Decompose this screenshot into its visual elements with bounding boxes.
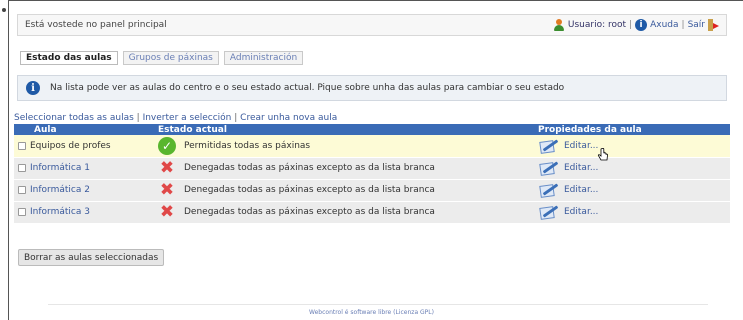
tab-page-groups[interactable]: Grupos de páxinas xyxy=(122,51,219,65)
table-row: Informática 1 ✖ Denegadas todas as páxin… xyxy=(14,157,730,180)
edit-icon[interactable] xyxy=(538,138,559,154)
create-room-link[interactable]: Crear unha nova aula xyxy=(240,113,337,123)
edit-icon[interactable] xyxy=(538,160,559,176)
status-cell: ✖ Denegadas todas as páxinas excepto as … xyxy=(154,201,534,224)
info-message: Na lista pode ver as aulas do centro e o… xyxy=(50,83,565,93)
edit-cell: Editar... xyxy=(534,201,730,224)
edit-link[interactable]: Editar... xyxy=(564,141,598,151)
edit-link[interactable]: Editar... xyxy=(564,163,598,173)
table-row: Informática 2 ✖ Denegadas todas as páxin… xyxy=(14,179,730,202)
footer-text[interactable]: Webcontrol é software libre (Licenza GPL… xyxy=(0,309,743,316)
status-text: Denegadas todas as páxinas excepto as da… xyxy=(184,207,435,217)
room-checkbox[interactable] xyxy=(18,164,26,172)
table-header-row: Aula Estado actual Propiedades da aula xyxy=(14,124,730,135)
room-name[interactable]: Informática 1 xyxy=(30,163,90,173)
tab-administration[interactable]: Administración xyxy=(223,51,304,65)
room-checkbox[interactable] xyxy=(18,208,26,216)
hand-cursor-icon xyxy=(597,148,608,161)
column-header-room: Aula xyxy=(14,124,154,135)
room-checkbox[interactable] xyxy=(18,186,26,194)
room-cell: Informática 3 xyxy=(14,201,154,224)
status-text: Permitidas todas as páxinas xyxy=(184,140,311,151)
table-row: Equipos de profes ✓ Permitidas todas as … xyxy=(14,135,730,158)
room-cell: Informática 2 xyxy=(14,179,154,202)
room-name[interactable]: Informática 3 xyxy=(30,207,90,217)
edit-cell: Editar... xyxy=(534,157,730,180)
room-checkbox-label[interactable]: Equipos de profes xyxy=(18,141,150,151)
room-name[interactable]: Informática 2 xyxy=(30,185,90,195)
user-menu: Usuario: root | i Axuda | Saír xyxy=(553,19,719,31)
status-cell: ✓ Permitidas todas as páxinas xyxy=(154,135,534,158)
info-icon: i xyxy=(26,81,40,95)
separator: | xyxy=(234,113,238,123)
separator: | xyxy=(681,20,685,30)
status-text: Denegadas todas as páxinas excepto as da… xyxy=(184,185,435,195)
deny-icon: ✖ xyxy=(159,179,175,200)
selection-actions: Seleccionar todas as aulas | Inverter a … xyxy=(14,113,337,123)
status-cell: ✖ Denegadas todas as páxinas excepto as … xyxy=(154,157,534,180)
room-cell: Informática 1 xyxy=(14,157,154,180)
list-bullet xyxy=(2,8,6,12)
check-icon: ✓ xyxy=(158,136,176,155)
room-checkbox-label[interactable]: Informática 2 xyxy=(18,185,150,195)
deny-icon: ✖ xyxy=(159,201,175,222)
user-label: Usuario: root xyxy=(567,20,627,30)
select-all-link[interactable]: Seleccionar todas as aulas xyxy=(14,113,134,123)
exit-link[interactable]: Saír xyxy=(688,20,705,30)
footer-divider xyxy=(48,304,708,305)
user-icon xyxy=(553,19,565,31)
status-cell: ✖ Denegadas todas as páxinas excepto as … xyxy=(154,179,534,202)
status-text: Denegadas todas as páxinas excepto as da… xyxy=(184,163,435,173)
tab-bar: Estado das aulas Grupos de páxinas Admin… xyxy=(20,51,304,65)
tab-room-status[interactable]: Estado das aulas xyxy=(20,51,118,65)
column-header-status: Estado actual xyxy=(154,124,534,135)
help-icon[interactable]: i xyxy=(635,19,648,31)
edit-cell: Editar... xyxy=(534,135,730,158)
welcome-text: Está vostede no panel principal xyxy=(25,20,167,30)
help-link[interactable]: Axuda xyxy=(650,20,678,30)
edit-cell: Editar... xyxy=(534,179,730,202)
edit-icon[interactable] xyxy=(538,182,559,198)
info-box: i Na lista pode ver as aulas do centro e… xyxy=(17,75,727,101)
room-checkbox-label[interactable]: Informática 3 xyxy=(18,207,150,217)
table-row: Informática 3 ✖ Denegadas todas as páxin… xyxy=(14,201,730,224)
room-checkbox[interactable] xyxy=(18,141,26,150)
invert-selection-link[interactable]: Inverter a selección xyxy=(143,113,232,123)
edit-link[interactable]: Editar... xyxy=(564,185,598,195)
room-checkbox-label[interactable]: Informática 1 xyxy=(18,163,150,173)
column-header-properties: Propiedades da aula xyxy=(534,124,730,135)
room-name: Equipos de profes xyxy=(30,140,111,151)
exit-icon[interactable] xyxy=(708,19,719,31)
room-cell: Equipos de profes xyxy=(14,135,154,158)
delete-selected-rooms-button[interactable]: Borrar as aulas seleccionadas xyxy=(18,249,165,266)
edit-icon[interactable] xyxy=(538,204,559,220)
separator: | xyxy=(136,113,140,123)
top-bar: Está vostede no panel principal Usuario:… xyxy=(17,14,727,36)
separator: | xyxy=(629,20,633,30)
rooms-table: Aula Estado actual Propiedades da aula E… xyxy=(14,124,730,224)
edit-link[interactable]: Editar... xyxy=(564,207,598,217)
deny-icon: ✖ xyxy=(159,157,175,178)
